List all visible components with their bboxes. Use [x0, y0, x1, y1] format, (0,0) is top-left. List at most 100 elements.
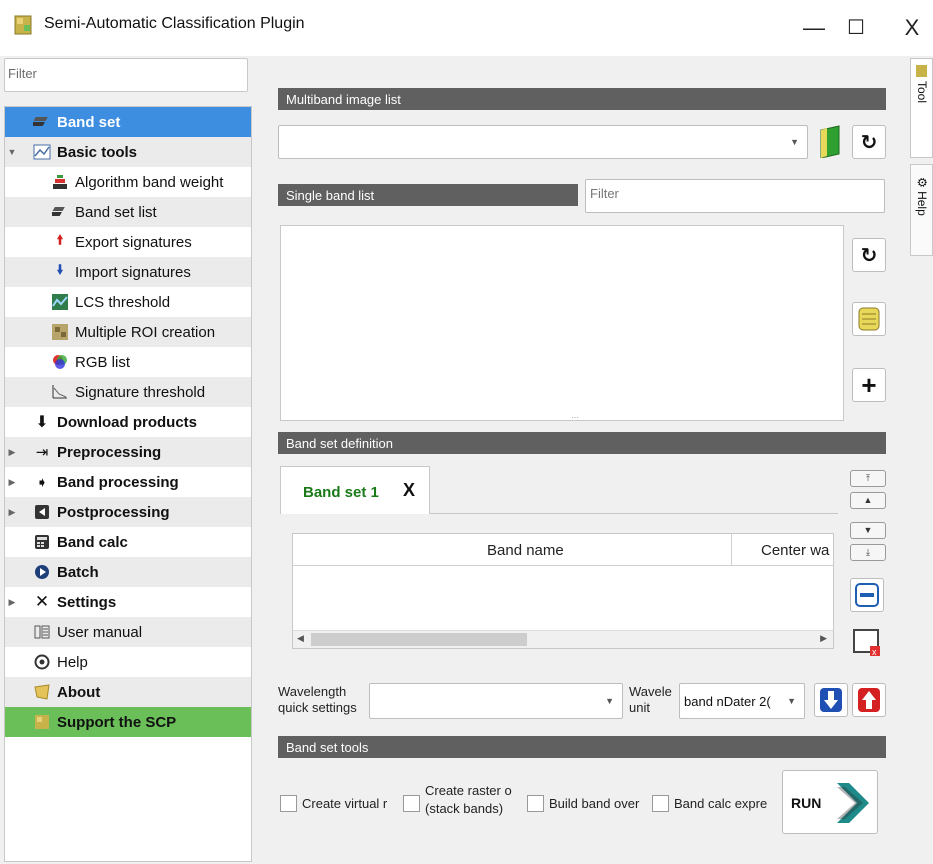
refresh-multiband-button[interactable]: ↻ [852, 125, 886, 159]
column-header-center-wavelength[interactable]: Center wa [761, 542, 829, 559]
wavelength-quick-settings-combo[interactable]: ▼ [369, 683, 623, 719]
move-down-button[interactable]: ▼ [850, 522, 886, 539]
tree-item-user-manual[interactable]: User manual [5, 617, 251, 647]
single-band-list[interactable]: ⋯ [280, 225, 844, 422]
tree-item-band-set[interactable]: Band set [5, 107, 251, 137]
tree-item-label: Band processing [57, 473, 179, 491]
band-calc-expression-checkbox[interactable] [652, 795, 669, 812]
tree-item-signature-threshold[interactable]: Signature threshold [5, 377, 251, 407]
tree-item-support-the-scp[interactable]: Support the SCP [5, 707, 251, 737]
tree-item-band-calc[interactable]: Band calc [5, 527, 251, 557]
create-virtual-raster-checkbox[interactable] [280, 795, 297, 812]
tree-item-label: Settings [57, 593, 117, 611]
down-arrow-icon: 🠛 [56, 262, 64, 277]
scrollbar-thumb[interactable] [311, 633, 527, 646]
band-table: Band name Center wa ◀ ▶ [292, 533, 834, 649]
tab-help-label: ⚙ Help [915, 177, 929, 216]
create-virtual-raster-label: Create virtual r [302, 796, 388, 811]
chevron-right-icon[interactable]: ▶ [5, 507, 19, 518]
tree-item-label: Import signatures [75, 263, 191, 281]
dropdown-arrow-icon: ▼ [787, 696, 796, 706]
tree-item-preprocessing[interactable]: ▶ ⇥ Preprocessing [5, 437, 251, 467]
tab-divider [430, 513, 838, 514]
scroll-right-icon[interactable]: ▶ [820, 633, 827, 644]
multiband-combo[interactable]: ▼ [278, 125, 808, 159]
tree-item-label: Basic tools [57, 143, 138, 161]
tree-item-label: Algorithm band weight [75, 173, 224, 191]
scp-app-icon [14, 15, 32, 35]
tree-item-band-set-list[interactable]: Band set list [5, 197, 251, 227]
tree-item-import-signatures[interactable]: 🠛 Import signatures [5, 257, 251, 287]
tree-item-label: Postprocessing [57, 503, 170, 521]
clear-band-set-button[interactable]: x [850, 626, 884, 660]
tree-item-settings[interactable]: ▶ ✕ Settings [5, 587, 251, 617]
select-all-bands-button[interactable] [852, 302, 886, 336]
create-raster-stack-checkbox[interactable] [403, 795, 420, 812]
add-band-button[interactable]: + [852, 368, 886, 402]
import-band-set-button[interactable] [814, 683, 848, 717]
svg-text:x: x [872, 647, 877, 657]
tree-item-algorithm-band-weight[interactable]: Algorithm band weight [5, 167, 251, 197]
tree-item-multiple-roi-creation[interactable]: Multiple ROI creation [5, 317, 251, 347]
tree-item-about[interactable]: About [5, 677, 251, 707]
tree-item-batch[interactable]: Batch [5, 557, 251, 587]
tree-item-export-signatures[interactable]: 🠙 Export signatures [5, 227, 251, 257]
tree-item-label: Band set [57, 113, 121, 131]
tab-band-set-1[interactable]: Band set 1 X [280, 466, 430, 514]
tree-item-download-products[interactable]: ⬇ Download products [5, 407, 251, 437]
table-header-row: Band name Center wa [293, 534, 833, 566]
column-header-band-name[interactable]: Band name [487, 542, 564, 559]
resize-grip[interactable]: ⋯ [571, 413, 579, 422]
create-raster-stack-label: Create raster o (stack bands) [425, 783, 512, 816]
tree-filter-input[interactable]: Filter [4, 58, 248, 92]
refresh-icon: ↻ [860, 244, 878, 267]
move-top-button[interactable]: ⤒ [850, 470, 886, 487]
tab-tool[interactable]: Tool [910, 58, 933, 158]
tree-item-help[interactable]: Help [5, 647, 251, 677]
signature-threshold-icon [51, 383, 69, 401]
chevron-right-icon[interactable]: ▶ [5, 477, 19, 488]
tree-item-basic-tools[interactable]: ▼ Basic tools [5, 137, 251, 167]
maximize-button[interactable]: ☐ [836, 10, 876, 46]
clear-table-icon: x [853, 629, 880, 657]
band-set-tools-title: Band set tools [278, 736, 886, 758]
chevron-right-icon[interactable]: ▶ [5, 597, 19, 608]
move-up-button[interactable]: ▲ [850, 492, 886, 509]
tool-tree: Band set ▼ Basic tools Algorithm band we… [4, 106, 252, 862]
band-set-list-icon [51, 203, 69, 221]
settings-icon: ✕ [34, 592, 50, 611]
refresh-band-list-button[interactable]: ↻ [852, 238, 886, 272]
download-icon: ⬇ [35, 414, 49, 431]
chevron-down-icon[interactable]: ▼ [5, 147, 19, 157]
build-band-overviews-checkbox[interactable] [527, 795, 544, 812]
tree-item-label: LCS threshold [75, 293, 171, 311]
multiple-roi-icon [51, 323, 69, 341]
help-icon [33, 653, 51, 671]
tree-item-label: Band calc [57, 533, 128, 551]
window-title: Semi-Automatic Classification Plugin [44, 15, 305, 32]
horizontal-scrollbar[interactable]: ◀ ▶ [293, 630, 833, 648]
build-band-overviews-label: Build band over [549, 796, 640, 811]
minimize-button[interactable]: — [794, 10, 834, 46]
close-tab-icon[interactable]: X [403, 480, 415, 501]
title-bar: Semi-Automatic Classification Plugin — ☐… [0, 0, 933, 56]
move-bottom-button[interactable]: ⤓ [850, 544, 886, 561]
tab-help-text: Help [915, 191, 929, 216]
single-band-filter-input[interactable]: Filter [585, 179, 885, 213]
run-arrow-icon [837, 783, 869, 823]
remove-band-button[interactable] [850, 578, 884, 612]
chevron-right-icon[interactable]: ▶ [5, 447, 19, 458]
run-button[interactable]: RUN [782, 770, 878, 834]
tab-help[interactable]: ⚙ Help [910, 164, 933, 256]
tree-item-band-processing[interactable]: ▶ ➧ Band processing [5, 467, 251, 497]
open-multiband-button[interactable] [814, 124, 848, 158]
export-band-set-button[interactable] [852, 683, 886, 717]
lcs-threshold-icon [51, 293, 69, 311]
scroll-left-icon[interactable]: ◀ [297, 633, 304, 644]
support-icon [33, 713, 51, 731]
tree-item-lcs-threshold[interactable]: LCS threshold [5, 287, 251, 317]
tree-item-rgb-list[interactable]: RGB list [5, 347, 251, 377]
wavelength-unit-combo[interactable]: band nDater 2( ▼ [679, 683, 805, 719]
close-button[interactable]: X [892, 10, 932, 46]
tree-item-postprocessing[interactable]: ▶ Postprocessing [5, 497, 251, 527]
